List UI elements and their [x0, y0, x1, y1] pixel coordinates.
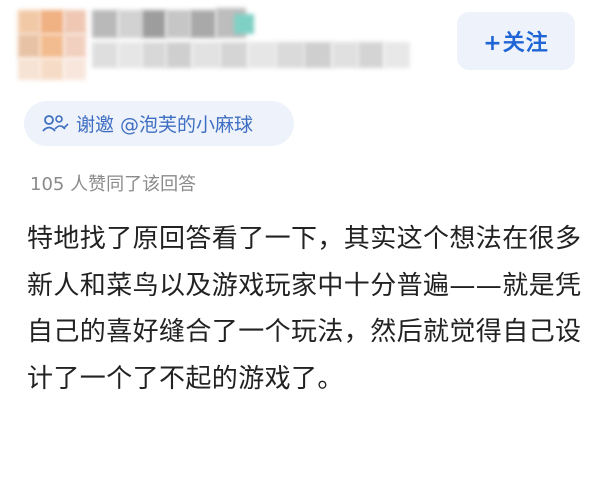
- invite-label: 谢邀 @泡芙的小麻球: [76, 114, 254, 136]
- likes-count: 105 人赞同了该回答: [30, 174, 197, 195]
- invite-chip[interactable]: 谢邀 @泡芙的小麻球: [24, 101, 294, 146]
- blurred-author-info: [0, 0, 420, 90]
- follow-button[interactable]: +关注: [457, 12, 575, 70]
- answer-text: 特地找了原回答看了一下，其实这个想法在很多新人和菜鸟以及游戏玩家中十分普遍——就…: [27, 224, 582, 394]
- invite-icon: [40, 112, 70, 136]
